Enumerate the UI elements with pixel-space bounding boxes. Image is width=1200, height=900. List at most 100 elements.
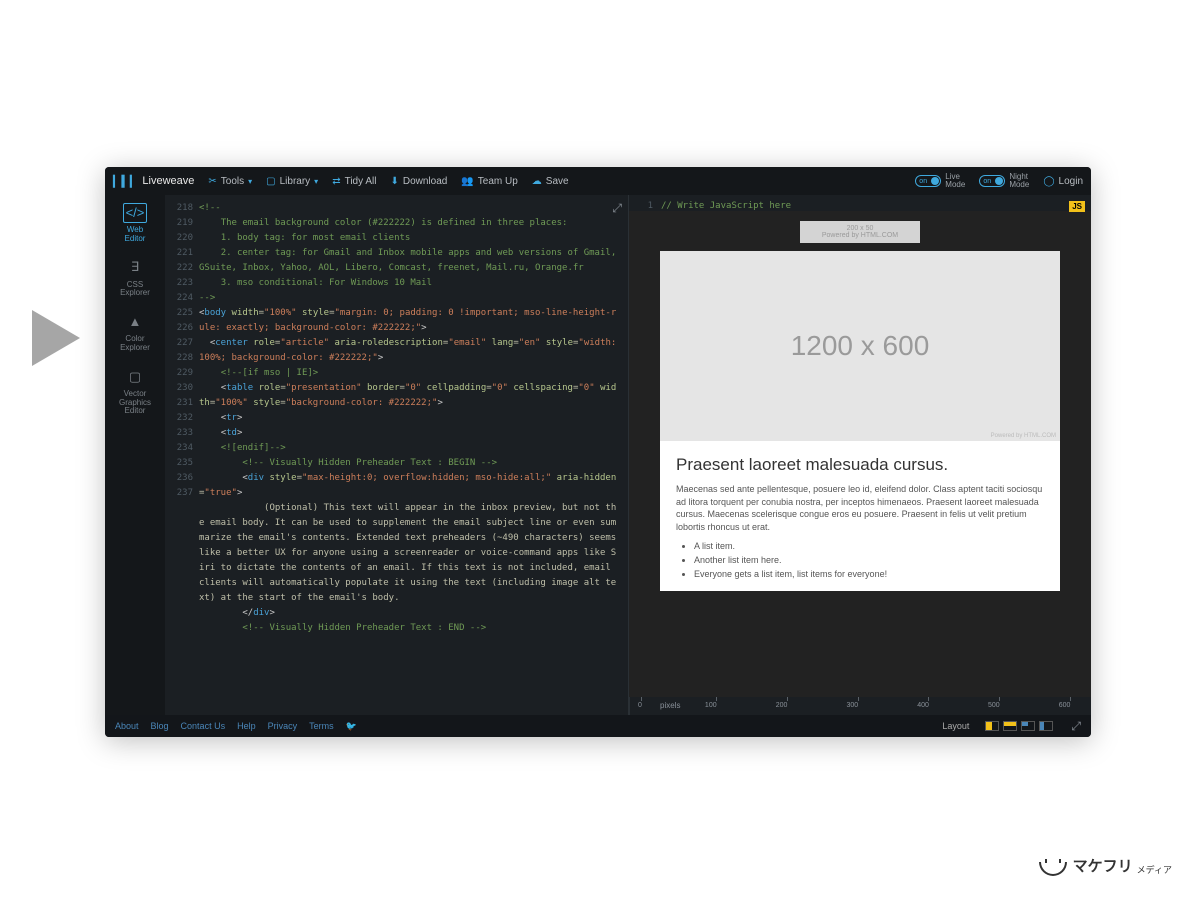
preview-card: 1200 x 600 Powered by HTML.COM Praesent … [660,251,1060,591]
js-badge: JS [1069,201,1085,212]
preview-hero-placeholder: 1200 x 600 Powered by HTML.COM [660,251,1060,441]
layout-option-2[interactable] [1003,721,1017,731]
preview-paragraph: Maecenas sed ante pellentesque, posuere … [676,483,1044,533]
layout-option-3[interactable] [1021,721,1035,731]
expand-icon[interactable]: ⤢ [612,201,622,216]
tools-label: Tools [221,176,244,187]
js-placeholder: // Write JavaScript here [661,201,791,211]
user-icon: ◯ [1043,176,1054,187]
layout-label: Layout [942,721,969,731]
ruler-tick-label: 400 [917,702,929,709]
footer-bar: About Blog Contact Us Help Privacy Terms 🐦 La… [105,715,1091,737]
toggle-switch[interactable]: on [979,175,1005,187]
chevron-down-icon: ▾ [248,177,252,186]
preview-hero-dim: 1200 x 600 [791,330,930,362]
login-button[interactable]: ◯ Login [1043,176,1083,187]
smile-icon [1039,862,1067,876]
ruler-unit: pixels [660,701,680,710]
footer-link[interactable]: Privacy [268,721,298,731]
list-item: Another list item here. [694,555,1044,565]
ruler-tick-label: 600 [1059,702,1071,709]
footer-links: About Blog Contact Us Help Privacy Terms [115,721,334,731]
download-icon: ⬇ [390,176,398,187]
sidebar-icon: ∃ [123,258,147,278]
brand-icon: ▎▍▎ [113,175,138,188]
download-button[interactable]: ⬇ Download [390,176,447,187]
play-overlay-icon [32,310,80,366]
watermark: マケフリ メディア [1039,855,1172,876]
sidebar-item-0[interactable]: </> Web Editor [121,201,149,246]
preview-list: A list item. Another list item here. Every… [676,541,1044,579]
ruler-tick-label: 200 [776,702,788,709]
library-label: Library [280,176,311,187]
login-label: Login [1059,176,1083,187]
sidebar-label: CSS Explorer [120,281,150,299]
tidy-label: Tidy All [345,176,377,187]
footer-link[interactable]: Terms [309,721,334,731]
footer-link[interactable]: Blog [151,721,169,731]
sidebar-label: Color Explorer [120,335,150,353]
teamup-button[interactable]: 👥 Team Up [461,176,517,187]
sidebar-label: Web Editor [125,226,146,244]
sidebar-icon: </> [123,203,147,223]
main-area: </> Web Editor ∃ CSS Explorer ▲ Color Explore… [105,195,1091,715]
ruler-tick-label: 100 [705,702,717,709]
watermark-sub: メディア [1137,863,1172,876]
layout-option-1[interactable] [985,721,999,731]
tools-icon: ✂ [208,176,216,187]
ruler-tick-label: 500 [988,702,1000,709]
cloud-icon: ☁ [532,176,542,187]
preview-small-credit: Powered by HTML.COM [822,232,898,239]
code-body[interactable]: <!-- The email background color (#222222… [199,195,628,715]
live-mode-toggle[interactable]: on Live Mode [915,173,965,189]
js-editor[interactable]: 1 // Write JavaScript here [629,195,1091,211]
list-item: A list item. [694,541,1044,551]
footer-link[interactable]: About [115,721,139,731]
sidebar-item-2[interactable]: ▲ Color Explorer [118,310,152,355]
sidebar-item-3[interactable]: ▢ Vector Graphics Editor [117,365,153,418]
twitter-icon[interactable]: 🐦 [346,721,357,732]
preview-pane: 200 x 50 Powered by HTML.COM 1200 x 600 … [629,211,1091,697]
preview-title: Praesent laoreet malesuada cursus. [676,455,1044,475]
brand-label: Liveweave [142,175,194,187]
teamup-label: Team Up [478,176,518,187]
sidebar-label: Vector Graphics Editor [119,390,151,416]
download-label: Download [403,176,447,187]
sidebar-item-1[interactable]: ∃ CSS Explorer [118,256,152,301]
library-icon: ▢ [266,176,275,187]
brand[interactable]: ▎▍▎ Liveweave [113,175,194,188]
tools-menu[interactable]: ✂ Tools ▾ [208,176,252,187]
night-mode-toggle[interactable]: on Night Mode [979,173,1029,189]
teamup-icon: 👥 [461,176,473,187]
preview-hero-credit: Powered by HTML.COM [991,433,1056,439]
line-gutter: 2182192202212222232242252262272282292302… [165,195,199,715]
layout-option-4[interactable] [1039,721,1053,731]
layout-switcher [985,721,1053,731]
live-mode-label: Live Mode [945,173,965,189]
sidebar-icon: ▲ [123,312,147,332]
list-item: Everyone gets a list item, list items fo… [694,569,1044,579]
ruler-tick-label: 300 [846,702,858,709]
footer-link[interactable]: Contact Us [181,721,226,731]
watermark-text: マケフリ [1073,855,1133,876]
night-mode-label: Night Mode [1009,173,1029,189]
save-label: Save [546,176,569,187]
pixel-ruler: pixels 0 100 200 300 400 500 600 [629,697,1091,715]
preview-small-placeholder: 200 x 50 Powered by HTML.COM [800,221,920,243]
chevron-down-icon: ▾ [314,177,318,186]
right-pane: JS 1 // Write JavaScript here 200 x 50 P… [628,195,1091,715]
sidebar: </> Web Editor ∃ CSS Explorer ▲ Color Explore… [105,195,165,715]
app-window: ▎▍▎ Liveweave ✂ Tools ▾ ▢ Library ▾ ⇄ Ti… [105,167,1091,737]
js-line-no: 1 [635,201,653,211]
library-menu[interactable]: ▢ Library ▾ [266,176,318,187]
footer-link[interactable]: Help [237,721,256,731]
ruler-tick-label: 0 [638,702,642,709]
fullscreen-icon[interactable]: ⤢ [1071,719,1081,734]
tidy-icon: ⇄ [332,176,340,187]
top-toolbar: ▎▍▎ Liveweave ✂ Tools ▾ ▢ Library ▾ ⇄ Ti… [105,167,1091,195]
html-editor-pane[interactable]: ⤢ 21821922022122222322422522622722822923… [165,195,628,715]
tidy-button[interactable]: ⇄ Tidy All [332,176,376,187]
toggle-switch[interactable]: on [915,175,941,187]
sidebar-icon: ▢ [123,367,147,387]
save-button[interactable]: ☁ Save [532,176,569,187]
